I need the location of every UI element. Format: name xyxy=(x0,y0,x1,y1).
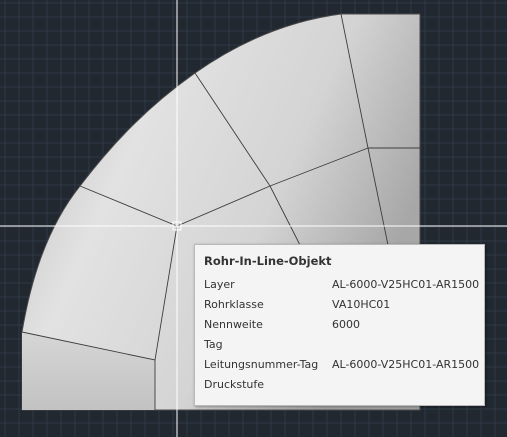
tooltip-row-layer: Layer AL-6000-V25HC01-AR1500 xyxy=(204,278,479,294)
tooltip-row-label: Rohrklasse xyxy=(204,298,264,311)
tooltip-row-value: VA10HC01 xyxy=(332,298,391,311)
tooltip-row-label: Druckstufe xyxy=(204,378,265,391)
tooltip-row-leitungsnummer-tag: Leitungsnummer-Tag AL-6000-V25HC01-AR150… xyxy=(204,358,479,374)
tooltip-row-label: Layer xyxy=(204,278,235,291)
tooltip-row-label: Nennweite xyxy=(204,318,263,331)
tooltip-row-druckstufe: Druckstufe xyxy=(204,378,479,394)
tooltip-row-label: Leitungsnummer-Tag xyxy=(204,358,319,371)
tooltip-row-tag: Tag xyxy=(204,338,479,354)
tooltip-row-value: 6000 xyxy=(332,318,360,331)
tooltip-row-nennweite: Nennweite 6000 xyxy=(204,318,479,334)
tooltip-row-rohrklasse: Rohrklasse VA10HC01 xyxy=(204,298,479,314)
tooltip-row-label: Tag xyxy=(204,338,223,351)
tooltip-row-value: AL-6000-V25HC01-AR1500 xyxy=(332,278,480,291)
object-properties-tooltip: Rohr-In-Line-Objekt Layer AL-6000-V25HC0… xyxy=(194,244,485,406)
tooltip-row-value: AL-6000-V25HC01-AR1500 xyxy=(332,358,480,371)
tooltip-title: Rohr-In-Line-Objekt xyxy=(204,254,332,268)
